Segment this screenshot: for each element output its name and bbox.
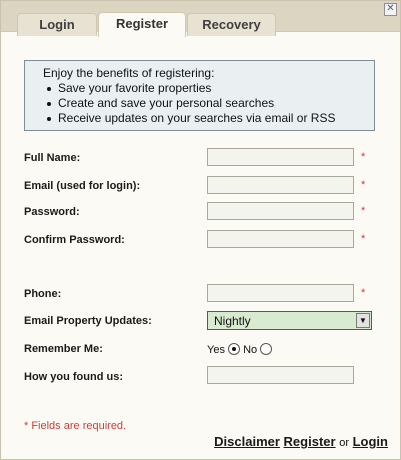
email-updates-select[interactable]: Nightly ▼ [207, 311, 372, 330]
chevron-down-icon[interactable]: ▼ [356, 313, 370, 328]
disclaimer-link[interactable]: Disclaimer [214, 434, 280, 449]
or-text: or [339, 437, 349, 449]
benefits-box: Enjoy the benefits of registering: Save … [24, 60, 375, 131]
required-marker: * [361, 205, 366, 217]
full-name-field[interactable] [207, 148, 354, 166]
confirm-password-label: Confirm Password: [24, 234, 125, 246]
tab-register[interactable]: Register [98, 12, 186, 37]
remember-no-label: No [243, 344, 258, 356]
email-updates-value: Nightly [214, 314, 251, 328]
login-link[interactable]: Login [353, 434, 388, 449]
required-marker: * [361, 179, 366, 191]
how-found-field[interactable] [207, 366, 354, 384]
benefit-item: Receive updates on your searches via ema… [46, 111, 336, 125]
how-found-label: How you found us: [24, 371, 123, 383]
email-field[interactable] [207, 176, 354, 194]
phone-label: Phone: [24, 288, 62, 300]
register-dialog: Login Register Recovery ✕ Enjoy the bene… [0, 0, 401, 460]
tab-recovery[interactable]: Recovery [187, 13, 276, 36]
benefit-item: Create and save your personal searches [46, 96, 335, 111]
remember-me-label: Remember Me: [24, 343, 103, 355]
remember-yes-label: Yes [207, 344, 225, 356]
remember-me-options: Yes No [207, 343, 273, 356]
required-marker: * [361, 287, 366, 299]
full-name-label: Full Name: [24, 152, 81, 164]
password-field[interactable] [207, 202, 354, 220]
required-note: * Fields are required. [24, 420, 127, 432]
email-label: Email (used for login): [24, 180, 141, 192]
tab-login[interactable]: Login [17, 13, 97, 36]
phone-field[interactable] [207, 284, 354, 302]
remember-yes-radio[interactable] [228, 343, 241, 355]
benefits-list: Save your favorite properties Create and… [25, 81, 335, 126]
email-updates-label: Email Property Updates: [24, 315, 152, 327]
close-icon[interactable]: ✕ [384, 3, 397, 16]
confirm-password-field[interactable] [207, 230, 354, 248]
tab-bar: Login Register Recovery ✕ [1, 1, 400, 37]
password-label: Password: [24, 206, 80, 218]
footer-links: Disclaimer Register or Login [214, 434, 388, 449]
required-marker: * [361, 151, 366, 163]
benefit-item: Save your favorite properties [46, 81, 335, 96]
benefits-intro: Enjoy the benefits of registering: [43, 66, 215, 80]
register-link[interactable]: Register [284, 434, 336, 449]
required-marker: * [361, 233, 366, 245]
remember-no-radio[interactable] [260, 343, 273, 355]
